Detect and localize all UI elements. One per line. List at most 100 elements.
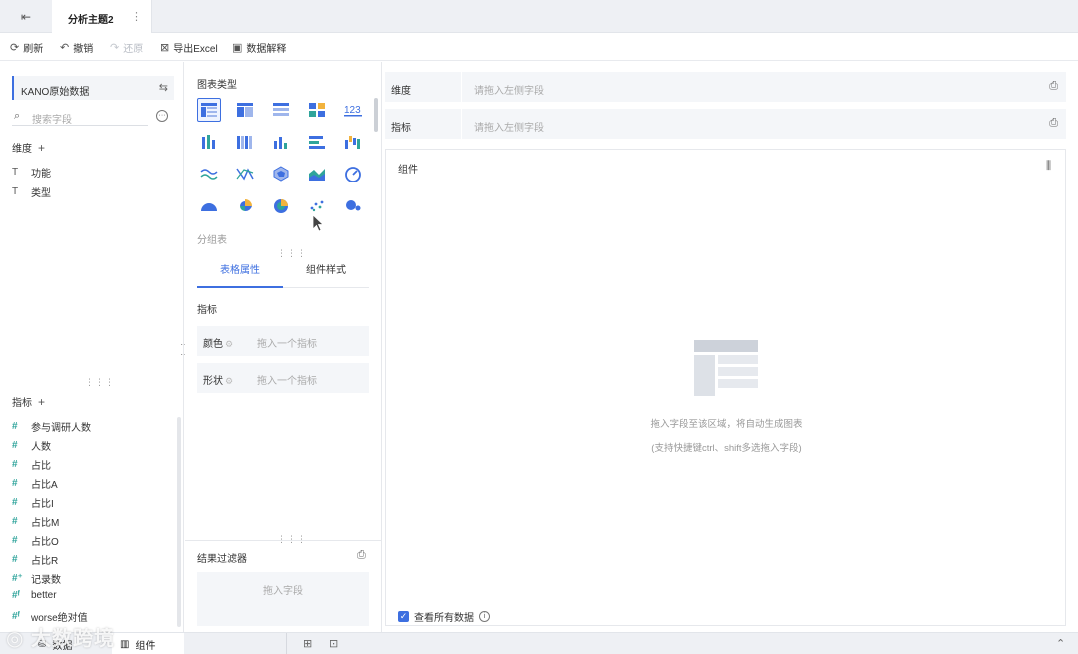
measure-item[interactable]: # 占比A [12,476,58,491]
multi-layer-pie-icon[interactable] [269,193,293,217]
export-excel-button[interactable]: ⊠ 导出Excel [160,40,218,55]
field-panel: KANO原始数据 ⇆ ⌕ 搜索字段 ··· 维度 + T 功能 T 类型 ⋮⋮⋮ … [0,62,184,632]
gear-icon[interactable]: ⚙ [225,376,233,386]
more-vertical-icon[interactable]: ⋮ [131,10,142,23]
view-all-data-label: 查看所有数据 [414,613,474,624]
measure-item[interactable]: #ᶠ better [12,590,57,601]
color-drop-slot[interactable]: 颜色 ⚙ 拖入一个指标 [197,326,369,356]
measure-label: 占比M [31,518,60,529]
rose-chart-icon[interactable] [233,193,257,217]
checkbox-checked-icon[interactable]: ✓ [398,611,409,622]
info-icon[interactable]: i [479,611,490,622]
add-dimension-icon[interactable]: + [38,141,45,155]
exit-icon[interactable]: ⇤ [18,9,34,25]
redo-button[interactable]: ↷ 还原 [110,40,143,55]
collapse-up-icon[interactable]: ⌃ [1056,637,1065,650]
dimension-drop-row[interactable]: 维度 请拖入左侧字段 ⎙ [385,72,1066,102]
text-type-icon: T [12,167,19,178]
number-type-icon: # [12,554,18,565]
line-chart-icon[interactable] [197,162,221,186]
measure-item[interactable]: # 占比I [12,495,54,510]
more-options-icon[interactable]: ··· [156,110,168,122]
watermark-logo: ◎ 大数跨境 [6,628,116,650]
result-filter-drop-zone[interactable]: 拖入字段 [197,572,369,626]
measure-item[interactable]: # 参与调研人数 [12,419,91,434]
bubble-chart-icon[interactable] [341,193,365,217]
measure-label: 参与调研人数 [31,423,91,434]
grouped-table-chart-icon[interactable] [197,98,221,122]
tab-table-properties[interactable]: 表格属性 [197,258,283,288]
column-settings-icon[interactable]: ⫼ [1046,160,1051,173]
cross-table-chart-icon[interactable] [269,98,293,122]
waterfall-chart-icon[interactable] [341,130,365,154]
dimensions-title: 维度 [12,144,32,155]
measure-item[interactable]: # 占比R [12,552,58,567]
stacked-bar-chart-icon[interactable] [233,130,257,154]
data-explain-button[interactable]: ▣ 数据解释 [232,40,287,55]
divider [461,72,462,102]
divider [286,633,287,654]
number-type-icon: # [12,459,18,470]
redo-icon: ↷ [110,41,120,54]
dimension-item[interactable]: T 类型 [12,184,51,199]
dataset-name: KANO原始数据 [21,87,90,98]
dimension-item[interactable]: T 功能 [12,165,51,180]
measure-item[interactable]: # 占比 [12,457,51,472]
measure-label: 占比I [31,499,54,510]
search-icon: ⌕ [14,110,21,122]
gauge-chart-icon[interactable] [341,162,365,186]
shape-drop-slot[interactable]: 形状 ⚙ 拖入一个指标 [197,363,369,393]
chart-icon: ▥ [120,638,130,650]
property-tabs: 表格属性 组件样式 [197,258,369,288]
explain-label: 数据解释 [246,43,287,55]
gear-icon[interactable]: ⚙ [225,339,233,349]
measure-drop-row[interactable]: 指标 请拖入左侧字段 ⎙ [385,109,1066,139]
grouped-bar-chart-icon[interactable] [197,130,221,154]
component-canvas[interactable]: 组件 ⫼ 拖入字段至该区域，将自动生成图表 (支持快捷键ctrl、shift多选… [385,149,1066,626]
number-chart-icon[interactable]: 123 [341,98,365,122]
horizontal-bar-chart-icon[interactable] [305,130,329,154]
kpi-card-chart-icon[interactable] [305,98,329,122]
add-measure-icon[interactable]: + [38,395,45,409]
switch-dataset-icon[interactable]: ⇆ [159,81,168,94]
row-settings-icon[interactable]: ⎙ [1049,80,1058,93]
chart-type-scrollbar[interactable] [374,98,378,132]
measure-item[interactable]: # 占比O [12,533,59,548]
add-dashboard-icon[interactable]: ⊡ [329,637,338,650]
filter-settings-icon[interactable]: ⎙ [357,549,366,562]
row-settings-icon[interactable]: ⎙ [1049,117,1058,130]
pie-chart-icon[interactable] [197,193,221,217]
divider [185,540,381,541]
measure-item[interactable]: # 占比M [12,514,59,529]
dataset-selector[interactable]: KANO原始数据 ⇆ [12,76,174,100]
toolbar: ⟳ 刷新 ↶ 撤销 ↷ 还原 ⊠ 导出Excel ▣ 数据解释 [0,33,1078,61]
tab-analysis-topic[interactable]: 分析主题2 ⋮ [52,0,152,33]
view-all-data-checkbox[interactable]: ✓ 查看所有数据 i [398,609,490,624]
result-filter-title: 结果过滤器 [197,554,247,565]
filter-placeholder: 拖入字段 [263,586,303,597]
empty-hint-sub: (支持快捷键ctrl、shift多选拖入字段) [651,443,802,454]
search-field-input[interactable]: ⌕ 搜索字段 [12,108,148,126]
detail-table-chart-icon[interactable] [233,98,257,122]
measure-label: 人数 [31,442,51,453]
area-chart-icon[interactable] [305,162,329,186]
empty-table-icon [694,340,758,396]
measure-item[interactable]: # 人数 [12,438,51,453]
column-chart-icon[interactable] [269,130,293,154]
measure-item[interactable]: #⁺ 记录数 [12,571,61,586]
parallel-chart-icon[interactable] [233,162,257,186]
number-type-icon: # [12,421,18,432]
dimensions-header: 维度 + [12,140,45,155]
undo-button[interactable]: ↶ 撤销 [60,40,93,55]
refresh-button[interactable]: ⟳ 刷新 [10,40,43,55]
add-component-icon[interactable]: ⊞ [303,637,312,650]
measure-label: 占比 [31,461,51,472]
field-list-scrollbar[interactable] [177,417,181,627]
count-type-icon: #⁺ [12,573,23,584]
radar-chart-icon[interactable] [269,162,293,186]
export-label: 导出Excel [173,43,218,55]
calculated-field-icon: #ᶠ [12,590,20,601]
tab-component-style[interactable]: 组件样式 [283,258,369,288]
component-tab[interactable]: ▥ 组件 [112,633,184,654]
resize-handle[interactable]: ⋮⋮⋮ [85,377,115,388]
